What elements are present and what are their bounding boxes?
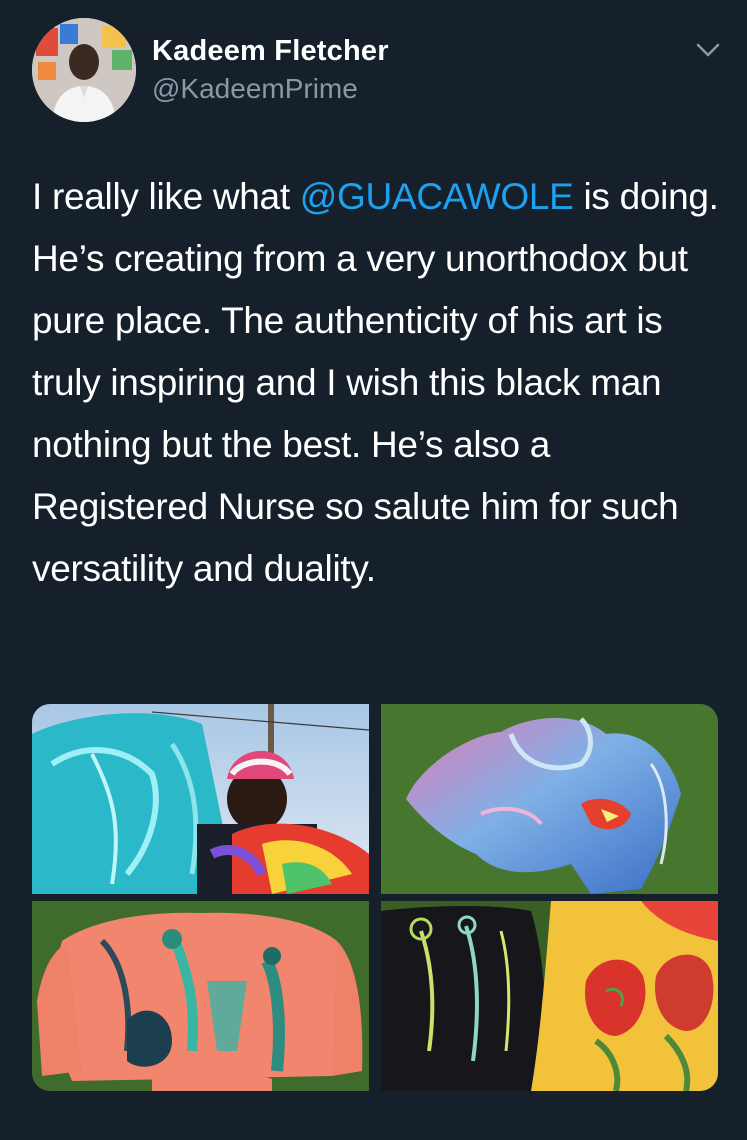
tweet-card: Kadeem Fletcher @KadeemPrime I really li…	[0, 0, 747, 1140]
avatar[interactable]	[32, 18, 136, 122]
media-grid	[32, 704, 718, 1091]
media-photo-1[interactable]	[32, 704, 369, 894]
photo-image	[32, 704, 369, 894]
tweet-text-before-mention: I really like what	[32, 176, 300, 217]
author-display-name[interactable]: Kadeem Fletcher	[152, 34, 389, 68]
mention-link[interactable]: @GUACAWOLE	[300, 176, 574, 217]
media-photo-3[interactable]	[32, 901, 369, 1091]
author-names: Kadeem Fletcher @KadeemPrime	[152, 34, 389, 106]
tweet-text-after-mention: is doing. He’s creating from a very unor…	[32, 176, 719, 589]
media-photo-2[interactable]	[381, 704, 718, 894]
photo-image	[32, 901, 369, 1091]
photo-image	[381, 901, 718, 1091]
tweet-text: I really like what @GUACAWOLE is doing. …	[32, 166, 722, 600]
tweet-header: Kadeem Fletcher @KadeemPrime	[32, 18, 722, 122]
avatar-image	[32, 18, 136, 122]
author-handle[interactable]: @KadeemPrime	[152, 72, 389, 106]
photo-image	[381, 704, 718, 894]
media-photo-4[interactable]	[381, 901, 718, 1091]
chevron-down-icon[interactable]	[694, 40, 722, 60]
